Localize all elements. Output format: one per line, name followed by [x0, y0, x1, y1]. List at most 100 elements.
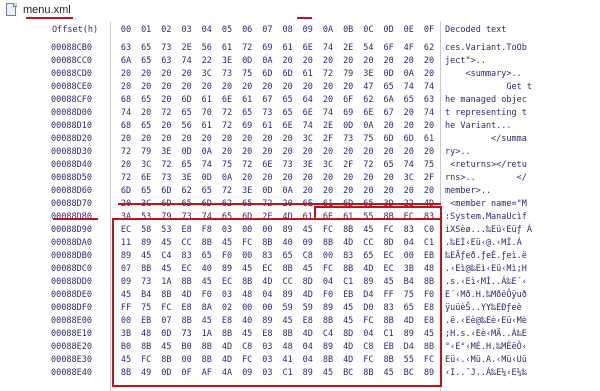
- hex-byte[interactable]: 20: [199, 82, 215, 92]
- hex-row[interactable]: 00088D10 68 65 20 56 61 72 69 61 6E 74 2E 0D 0A 20 20 20…: [0, 121, 600, 134]
- hex-byte[interactable]: 0A: [360, 121, 376, 131]
- hex-byte[interactable]: 72: [118, 147, 134, 157]
- hex-byte[interactable]: 0D: [381, 69, 397, 79]
- hex-byte[interactable]: 20: [179, 69, 195, 79]
- hex-byte[interactable]: 20: [239, 173, 255, 183]
- hex-byte[interactable]: 67: [259, 95, 275, 105]
- decoded-text[interactable]: he managed objec: [445, 95, 527, 105]
- hex-byte[interactable]: 6D: [401, 134, 417, 144]
- hex-byte[interactable]: 74: [199, 160, 215, 170]
- hex-byte[interactable]: 72: [118, 173, 134, 183]
- hex-byte[interactable]: 20: [381, 173, 397, 183]
- hex-byte[interactable]: 20: [320, 186, 336, 196]
- hex-byte[interactable]: 61: [259, 121, 275, 131]
- hex-byte[interactable]: 61: [300, 69, 316, 79]
- hex-byte[interactable]: 74: [179, 56, 195, 66]
- hex-byte[interactable]: 20: [280, 173, 296, 183]
- hex-byte[interactable]: 72: [360, 160, 376, 170]
- hex-byte[interactable]: 68: [118, 121, 134, 131]
- hex-byte[interactable]: 3C: [199, 69, 215, 79]
- hex-byte[interactable]: 75: [421, 160, 437, 170]
- hex-byte[interactable]: 20: [340, 186, 356, 196]
- hex-byte[interactable]: 63: [421, 95, 437, 105]
- hex-byte[interactable]: 20: [118, 69, 134, 79]
- hex-byte[interactable]: 73: [219, 69, 235, 79]
- hex-byte[interactable]: 20: [401, 147, 417, 157]
- hex-byte[interactable]: 20: [360, 186, 376, 196]
- hex-byte[interactable]: 20: [340, 82, 356, 92]
- hex-byte[interactable]: 56: [179, 121, 195, 131]
- hex-byte[interactable]: 20: [320, 56, 336, 66]
- hex-byte[interactable]: 20: [239, 134, 255, 144]
- hex-byte[interactable]: 63: [118, 43, 134, 53]
- decoded-text[interactable]: :System.ManaUcìf: [445, 212, 527, 222]
- decoded-text[interactable]: <summary>..: [445, 69, 527, 79]
- hex-byte[interactable]: 6D: [179, 95, 195, 105]
- decoded-text[interactable]: .ë.‹Eè@‰Eè‹Eü‹Mè: [445, 316, 527, 326]
- hex-byte[interactable]: 3E: [300, 160, 316, 170]
- hex-byte[interactable]: 20: [158, 69, 174, 79]
- hex-byte[interactable]: 69: [239, 121, 255, 131]
- decoded-text[interactable]: .‹Eì@‰Eì‹Eü‹Mì;H: [445, 264, 527, 274]
- hex-byte[interactable]: 64: [300, 95, 316, 105]
- hex-byte[interactable]: 65: [280, 108, 296, 118]
- hex-byte[interactable]: 65: [138, 56, 154, 66]
- hex-byte[interactable]: 20: [219, 134, 235, 144]
- hex-byte[interactable]: 6E: [280, 121, 296, 131]
- hex-byte[interactable]: 74: [421, 82, 437, 92]
- hex-byte[interactable]: 73: [340, 134, 356, 144]
- hex-byte[interactable]: 69: [259, 43, 275, 53]
- hex-byte[interactable]: 20: [401, 121, 417, 131]
- hex-row[interactable]: 00088CB0 63 65 73 2E 56 61 72 69 61 6E 74 2E 54 6F 4F 62…: [0, 43, 600, 56]
- decoded-text[interactable]: member>..: [445, 186, 527, 196]
- hex-byte[interactable]: 65: [280, 95, 296, 105]
- hex-byte[interactable]: 20: [401, 108, 417, 118]
- hex-byte[interactable]: 65: [381, 160, 397, 170]
- hex-row[interactable]: 00088D20 20 20 20 20 20 20 20 20 20 3C 2F 73 75 6D 6D 61…: [0, 134, 600, 147]
- hex-byte[interactable]: 20: [138, 82, 154, 92]
- hex-byte[interactable]: 72: [239, 160, 255, 170]
- hex-byte[interactable]: 20: [320, 95, 336, 105]
- hex-byte[interactable]: 20: [381, 56, 397, 66]
- hex-byte[interactable]: 72: [219, 108, 235, 118]
- hex-byte[interactable]: 3E: [179, 173, 195, 183]
- hex-row[interactable]: 00088D50 72 6E 73 3E 0D 0A 20 20 20 20 20 20 20 20 3C 2F…: [0, 173, 600, 186]
- hex-byte[interactable]: 20: [259, 147, 275, 157]
- hex-byte[interactable]: 69: [340, 108, 356, 118]
- hex-byte[interactable]: 20: [158, 134, 174, 144]
- hex-byte[interactable]: 20: [360, 56, 376, 66]
- hex-byte[interactable]: 61: [199, 121, 215, 131]
- hex-byte[interactable]: 20: [158, 121, 174, 131]
- hex-byte[interactable]: 20: [381, 147, 397, 157]
- hex-row[interactable]: 00088D30 72 79 3E 0D 0A 20 20 20 20 20 20 20 20 20 20 20…: [0, 147, 600, 160]
- hex-byte[interactable]: 20: [259, 82, 275, 92]
- hex-byte[interactable]: 22: [199, 56, 215, 66]
- hex-byte[interactable]: 65: [179, 108, 195, 118]
- hex-byte[interactable]: 61: [219, 43, 235, 53]
- decoded-text[interactable]: °‹E°‹MÈ.H.‰MÈëÔ‹: [445, 342, 527, 352]
- hex-byte[interactable]: 6A: [118, 56, 134, 66]
- hex-byte[interactable]: 67: [381, 108, 397, 118]
- hex-byte[interactable]: 6E: [360, 108, 376, 118]
- hex-byte[interactable]: 20: [259, 173, 275, 183]
- hex-byte[interactable]: 2E: [320, 121, 336, 131]
- hex-byte[interactable]: 75: [219, 160, 235, 170]
- hex-byte[interactable]: 0D: [199, 173, 215, 183]
- hex-byte[interactable]: 72: [219, 121, 235, 131]
- decoded-text[interactable]: ces.Variant.ToOb: [445, 43, 527, 53]
- hex-byte[interactable]: 3C: [320, 160, 336, 170]
- hex-byte[interactable]: 0A: [259, 56, 275, 66]
- hex-byte[interactable]: 74: [300, 121, 316, 131]
- hex-byte[interactable]: 20: [421, 56, 437, 66]
- hex-byte[interactable]: 20: [118, 160, 134, 170]
- hex-byte[interactable]: 20: [199, 134, 215, 144]
- hex-byte[interactable]: 73: [280, 160, 296, 170]
- hex-byte[interactable]: 65: [179, 160, 195, 170]
- hex-byte[interactable]: 0D: [259, 186, 275, 196]
- hex-byte[interactable]: 20: [280, 82, 296, 92]
- hex-byte[interactable]: 3C: [300, 134, 316, 144]
- hex-byte[interactable]: 0A: [219, 173, 235, 183]
- hex-byte[interactable]: 2F: [340, 160, 356, 170]
- hex-byte[interactable]: 20: [239, 147, 255, 157]
- hex-byte[interactable]: 79: [138, 147, 154, 157]
